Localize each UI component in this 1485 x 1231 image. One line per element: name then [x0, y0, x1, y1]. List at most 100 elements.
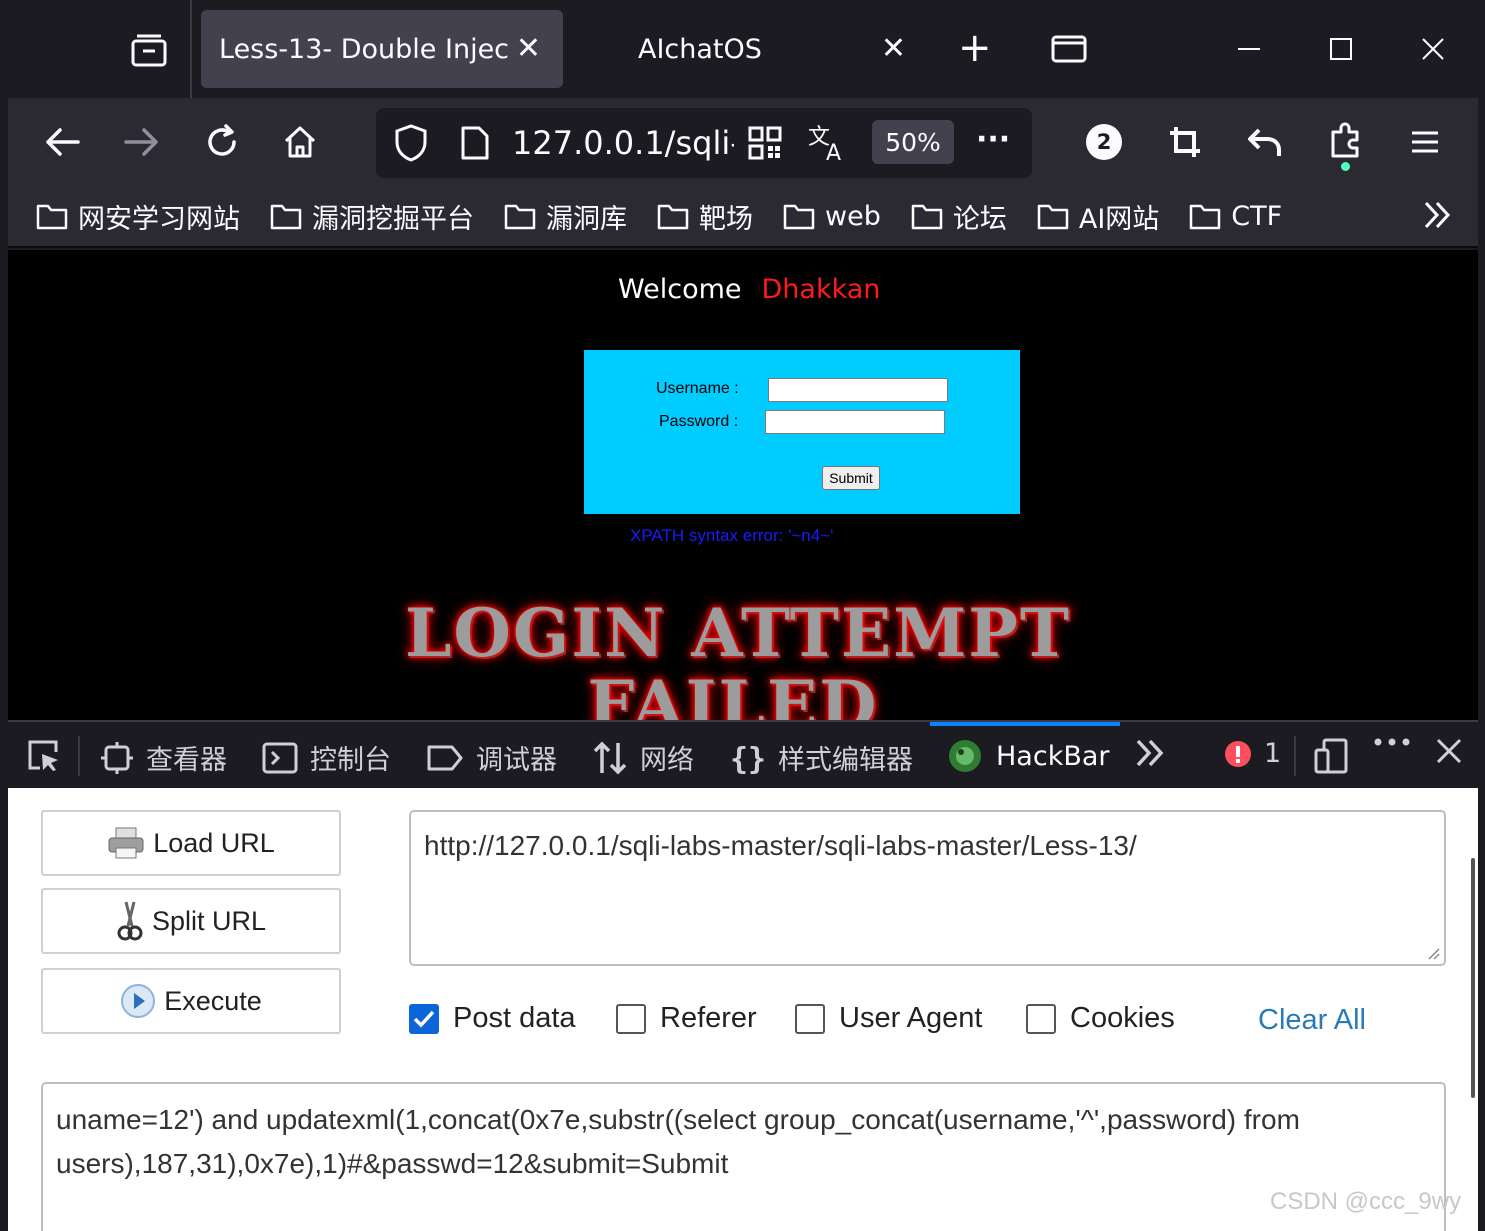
home-button[interactable] — [276, 118, 324, 166]
bookmark-folder[interactable]: 靶场 — [657, 197, 753, 236]
checkbox-unchecked-icon[interactable] — [616, 1003, 646, 1034]
user-agent-checkbox[interactable]: User Agent — [795, 1002, 982, 1035]
password-input[interactable] — [765, 410, 945, 434]
maximize-button[interactable] — [1316, 26, 1366, 72]
active-tab-indicator — [930, 722, 1120, 726]
checkbox-unchecked-icon[interactable] — [1026, 1003, 1056, 1034]
tab-hackbar[interactable]: HackBar — [946, 738, 1110, 774]
new-tab-button[interactable]: + — [958, 28, 992, 68]
tab-debugger[interactable]: 调试器 — [426, 738, 557, 777]
clear-all-link[interactable]: Clear All — [1258, 1004, 1366, 1037]
split-url-button[interactable]: Split URL — [41, 888, 341, 954]
picker-icon — [28, 740, 58, 771]
svg-text:A: A — [826, 141, 841, 162]
tab-label: 网络 — [640, 745, 694, 776]
double-chevron-right-icon — [1424, 201, 1451, 229]
tab-list-button[interactable] — [116, 24, 182, 76]
devtools-toolbar: 查看器 控制台 调试器 网络 {} 样式编辑器 HackBar 1 — [8, 720, 1478, 788]
responsive-design-button[interactable] — [1314, 738, 1360, 774]
submit-button[interactable]: Submit — [822, 466, 880, 490]
bookmark-folder[interactable]: 漏洞库 — [504, 197, 627, 236]
username-input[interactable] — [768, 378, 948, 402]
app-menu-button[interactable] — [1401, 118, 1449, 166]
crop-icon — [1170, 127, 1200, 157]
bookmark-folder[interactable]: AI网站 — [1037, 197, 1159, 236]
tab-groups-button[interactable] — [1044, 26, 1094, 72]
bookmark-folder[interactable]: CTF — [1189, 201, 1282, 232]
folder-icon — [270, 204, 302, 230]
undo-button[interactable] — [1241, 118, 1289, 166]
tab-label: 调试器 — [476, 745, 557, 776]
checkbox-label: Post data — [453, 1002, 576, 1034]
zoom-level-button[interactable]: 50% — [872, 120, 954, 164]
bookmark-label: web — [825, 200, 881, 232]
scissors-icon — [117, 901, 143, 941]
close-tab-icon[interactable]: ✕ — [881, 34, 906, 64]
web-page-content: Welcome Dhakkan Username : Password : Sub… — [8, 250, 1478, 720]
close-tab-icon[interactable]: ✕ — [516, 34, 541, 64]
inspector-icon — [101, 741, 133, 774]
checkbox-checked-icon[interactable] — [409, 1003, 439, 1034]
reload-icon — [208, 124, 236, 156]
tab-aichatos[interactable]: AIchatOS ✕ — [608, 10, 928, 88]
hamburger-menu-icon — [1412, 131, 1438, 153]
more-bookmarks-button[interactable] — [1422, 198, 1452, 239]
checkbox-unchecked-icon[interactable] — [795, 1003, 825, 1034]
url-text: 127.0.0.1/sqli-labs-master — [512, 124, 734, 162]
double-chevron-right-icon — [1136, 739, 1164, 767]
more-tools-button[interactable] — [1134, 738, 1178, 768]
tab-bar: Less-13- Double Injection ✕ AIchatOS ✕ + — [8, 0, 1478, 98]
screenshot-button[interactable] — [1161, 118, 1209, 166]
tab-inspector[interactable]: 查看器 — [100, 738, 227, 777]
bookmark-folder[interactable]: web — [783, 201, 881, 232]
bookmark-folder[interactable]: 网安学习网站 — [36, 197, 240, 236]
tab-less-13[interactable]: Less-13- Double Injection ✕ — [201, 10, 563, 88]
tab-separator — [190, 0, 192, 98]
window-icon — [1051, 35, 1087, 63]
responsive-design-icon — [1314, 738, 1348, 774]
reload-button[interactable] — [198, 118, 246, 166]
username-label: Username : — [656, 380, 739, 397]
more-options-icon — [1374, 738, 1410, 746]
bookmark-label: AI网站 — [1078, 203, 1160, 235]
url-textarea[interactable]: http://127.0.0.1/sqli-labs-master/sqli-l… — [409, 810, 1446, 966]
close-devtools-button[interactable] — [1436, 738, 1474, 764]
extensions-button[interactable] — [1322, 118, 1370, 171]
extensions-badge-button[interactable]: 2 — [1080, 118, 1128, 166]
tab-style-editor[interactable]: {} 样式编辑器 — [730, 738, 913, 777]
tab-console[interactable]: 控制台 — [262, 738, 391, 777]
bookmark-folder[interactable]: 论坛 — [911, 197, 1007, 236]
forward-button[interactable] — [118, 118, 166, 166]
element-picker-button[interactable] — [26, 738, 74, 772]
resize-grip-icon[interactable] — [1424, 944, 1440, 960]
bookmark-folder[interactable]: 漏洞挖掘平台 — [270, 197, 474, 236]
navigation-toolbar: 127.0.0.1/sqli-labs-master 文A 50% ··· 2 — [8, 98, 1478, 186]
load-url-button[interactable]: Load URL — [41, 810, 341, 876]
printer-icon — [108, 827, 144, 859]
minimize-button[interactable] — [1224, 26, 1274, 72]
error-count: 1 — [1264, 738, 1282, 769]
post-data-value: uname=12') and updatexml(1,concat(0x7e,s… — [56, 1104, 1300, 1179]
svg-text:{}: {} — [730, 742, 766, 775]
devtools-options-button[interactable] — [1374, 738, 1422, 746]
close-window-button[interactable] — [1408, 26, 1458, 72]
home-icon — [284, 126, 316, 158]
hackbar-logo-icon — [949, 740, 981, 772]
url-value: http://127.0.0.1/sqli-labs-master/sqli-l… — [424, 830, 1137, 861]
execute-button[interactable]: Execute — [41, 968, 341, 1034]
referer-checkbox[interactable]: Referer — [616, 1002, 757, 1035]
welcome-message: Welcome Dhakkan — [618, 274, 880, 305]
post-data-textarea[interactable]: uname=12') and updatexml(1,concat(0x7e,s… — [41, 1082, 1446, 1231]
error-count-button[interactable]: 1 — [1224, 738, 1281, 769]
panel-scrollbar[interactable] — [1471, 858, 1475, 1098]
update-dot — [1341, 162, 1350, 171]
url-bar[interactable]: 127.0.0.1/sqli-labs-master 文A 50% ··· — [376, 108, 1032, 178]
xpath-error-message: XPATH syntax error: '~n4~' — [630, 526, 834, 545]
button-label: Split URL — [151, 905, 267, 936]
page-actions-menu[interactable]: ··· — [976, 122, 1010, 157]
cookies-checkbox[interactable]: Cookies — [1026, 1002, 1175, 1035]
tab-network[interactable]: 网络 — [592, 738, 694, 777]
play-icon — [121, 984, 156, 1018]
back-button[interactable] — [38, 118, 86, 166]
post-data-checkbox[interactable]: Post data — [409, 1002, 576, 1035]
